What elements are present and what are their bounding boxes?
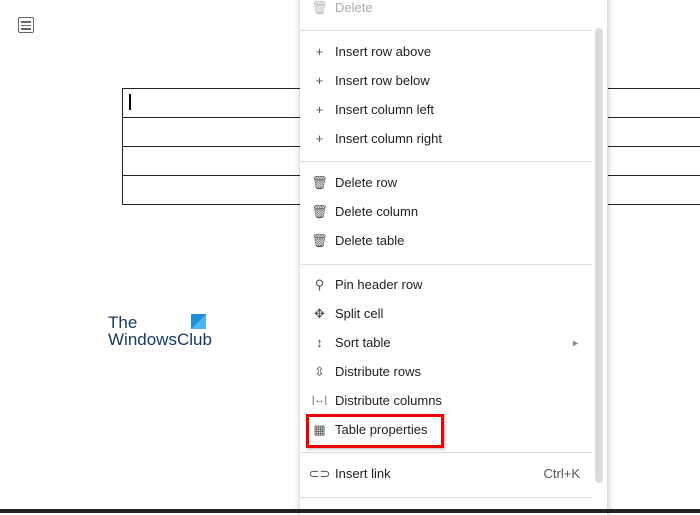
divider bbox=[300, 497, 592, 498]
windows-logo-icon bbox=[191, 314, 206, 329]
divider bbox=[300, 30, 592, 31]
menu-item-label: Delete bbox=[335, 0, 590, 15]
menu-item-insert-column-left[interactable]: +Insert column left bbox=[300, 95, 590, 124]
menu-item-label: Insert row above bbox=[335, 44, 590, 59]
menu-item-label: Delete row bbox=[335, 175, 590, 190]
distribute-rows-icon: ⇳ bbox=[300, 364, 335, 380]
shortcut-label: Ctrl+K bbox=[544, 466, 590, 481]
submenu-arrow-icon: ► bbox=[571, 338, 590, 348]
menu-item-label: Split cell bbox=[335, 306, 590, 321]
menu-item-delete-row[interactable]: 🗑Delete row bbox=[300, 168, 590, 197]
menu-item-label: Insert link bbox=[335, 466, 544, 481]
trash-icon: 🗑 bbox=[300, 175, 335, 191]
plus-icon: + bbox=[300, 131, 335, 146]
watermark-logo: The WindowsClub bbox=[108, 314, 212, 348]
menu-item-insert-column-right[interactable]: +Insert column right bbox=[300, 124, 590, 153]
menu-item-label: Sort table bbox=[335, 335, 571, 350]
sort-icon: ↕ bbox=[300, 335, 335, 350]
divider bbox=[300, 264, 592, 265]
menu-item-label: Distribute rows bbox=[335, 364, 590, 379]
text-cursor bbox=[129, 94, 131, 110]
pin-icon: ⚲ bbox=[300, 277, 335, 293]
menu-item-distribute-rows[interactable]: ⇳Distribute rows bbox=[300, 357, 590, 386]
menu-item-insert-link[interactable]: ⊂⊃Insert linkCtrl+K bbox=[300, 459, 590, 488]
bottom-border bbox=[0, 509, 700, 513]
menu-item-label: Insert column left bbox=[335, 102, 590, 117]
plus-icon: + bbox=[300, 73, 335, 88]
plus-icon: + bbox=[300, 44, 335, 59]
menu-item-label: Delete table bbox=[335, 233, 590, 248]
menu-item-label: Insert column right bbox=[335, 131, 590, 146]
document-outline-icon[interactable] bbox=[18, 17, 34, 33]
trash-icon: 🗑 bbox=[300, 0, 335, 16]
distribute-columns-icon: |↔| bbox=[300, 395, 335, 406]
logo-text: WindowsClub bbox=[108, 331, 212, 348]
menu-item-delete-column[interactable]: 🗑Delete column bbox=[300, 197, 590, 226]
menu-item-label: Pin header row bbox=[335, 277, 590, 292]
menu-scrollbar[interactable] bbox=[595, 28, 603, 483]
menu-item-label: Distribute columns bbox=[335, 393, 590, 408]
menu-item-distribute-columns[interactable]: |↔|Distribute columns bbox=[300, 386, 590, 415]
split-cell-icon: ✥ bbox=[300, 306, 335, 322]
trash-icon: 🗑 bbox=[300, 204, 335, 220]
divider bbox=[300, 161, 592, 162]
menu-item-label: Insert row below bbox=[335, 73, 590, 88]
trash-icon: 🗑 bbox=[300, 233, 335, 249]
menu-item-pin-header-row[interactable]: ⚲Pin header row bbox=[300, 270, 590, 299]
highlight-box bbox=[306, 414, 444, 448]
menu-item-split-cell[interactable]: ✥Split cell bbox=[300, 299, 590, 328]
menu-item-delete: 🗑Delete bbox=[300, 0, 590, 22]
menu-item-delete-table[interactable]: 🗑Delete table bbox=[300, 226, 590, 255]
divider bbox=[300, 452, 592, 453]
menu-item-insert-row-above[interactable]: +Insert row above bbox=[300, 37, 590, 66]
plus-icon: + bbox=[300, 102, 335, 117]
menu-item-sort-table[interactable]: ↕Sort table► bbox=[300, 328, 590, 357]
menu-item-insert-row-below[interactable]: +Insert row below bbox=[300, 66, 590, 95]
menu-item-label: Delete column bbox=[335, 204, 590, 219]
link-icon: ⊂⊃ bbox=[300, 466, 335, 482]
